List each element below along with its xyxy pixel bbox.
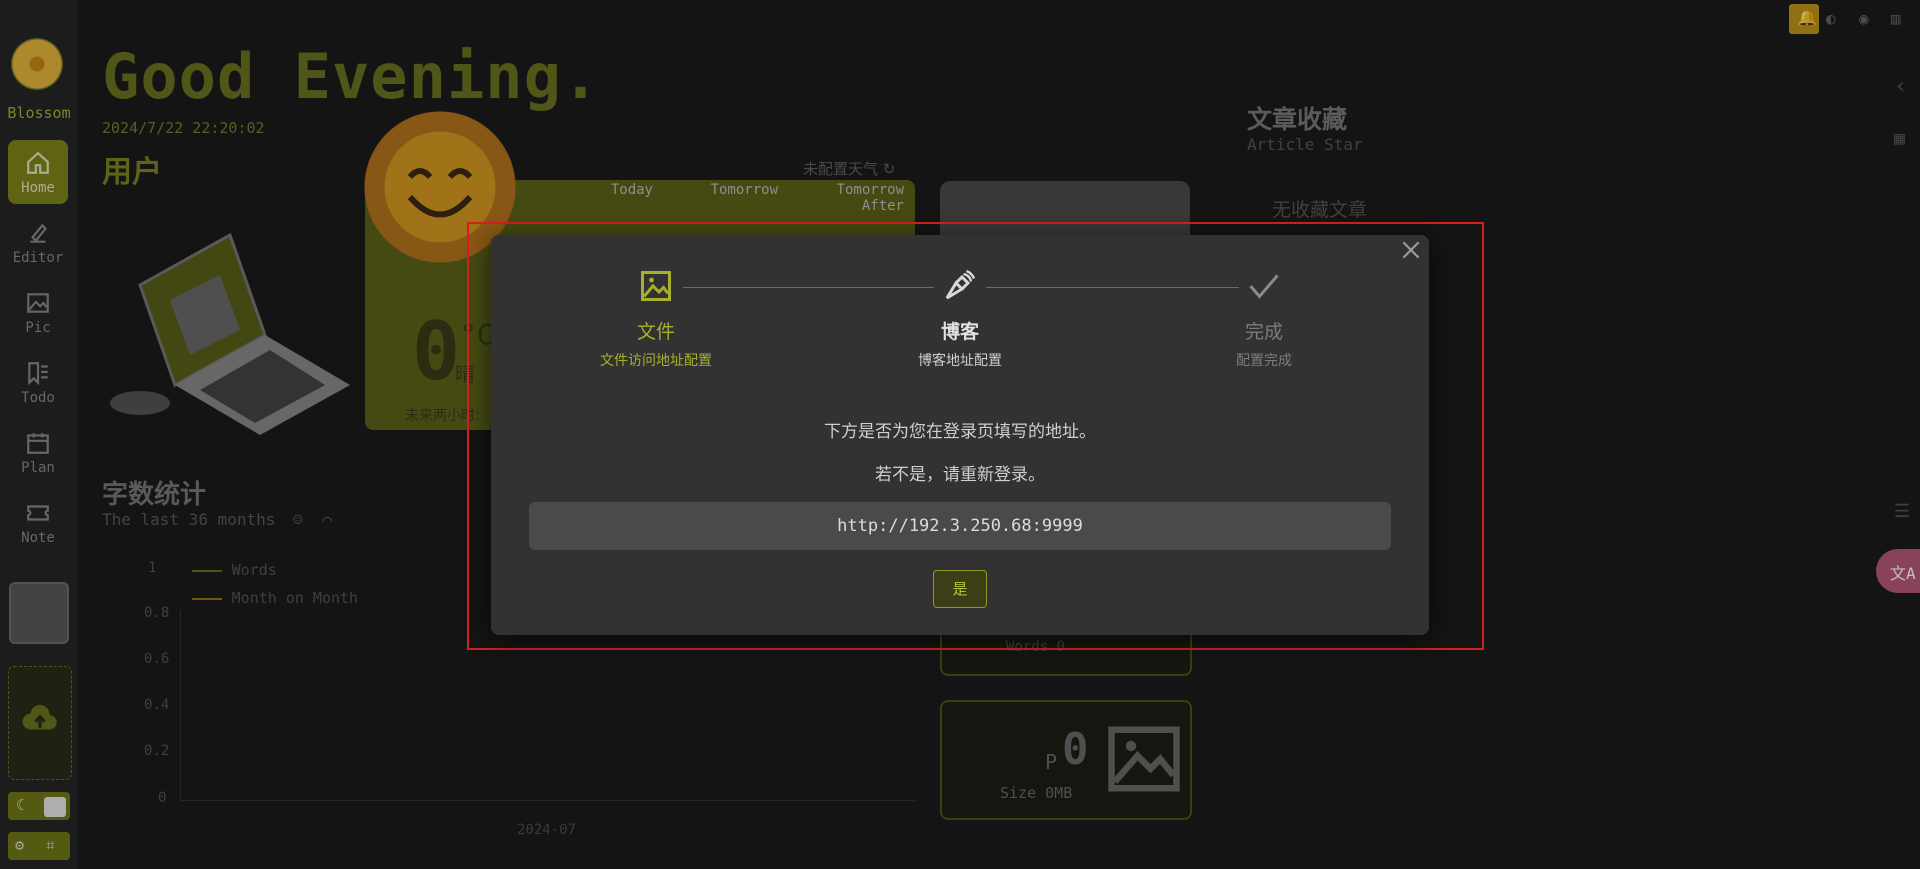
step-connector xyxy=(683,287,934,288)
pen-nib-icon xyxy=(945,269,976,300)
dialog-message-2: 若不是，请重新登录。 xyxy=(875,465,1045,485)
step-1-title: 文件 xyxy=(636,321,675,343)
url-display: http://192.3.250.68:9999 xyxy=(529,502,1391,550)
image-icon xyxy=(641,271,671,301)
step-connector xyxy=(986,287,1239,288)
dialog-message-1: 下方是否为您在登录页填写的地址。 xyxy=(824,422,1096,442)
step-2-title: 博客 xyxy=(940,321,979,343)
step-2-desc: 博客地址配置 xyxy=(918,353,1002,369)
confirm-button[interactable]: 是 xyxy=(933,570,987,608)
step-3-title: 完成 xyxy=(1244,321,1283,343)
check-icon xyxy=(1249,274,1279,299)
close-icon[interactable] xyxy=(1398,237,1424,263)
step-3-desc: 配置完成 xyxy=(1236,353,1292,369)
step-1-desc: 文件访问地址配置 xyxy=(600,353,712,369)
